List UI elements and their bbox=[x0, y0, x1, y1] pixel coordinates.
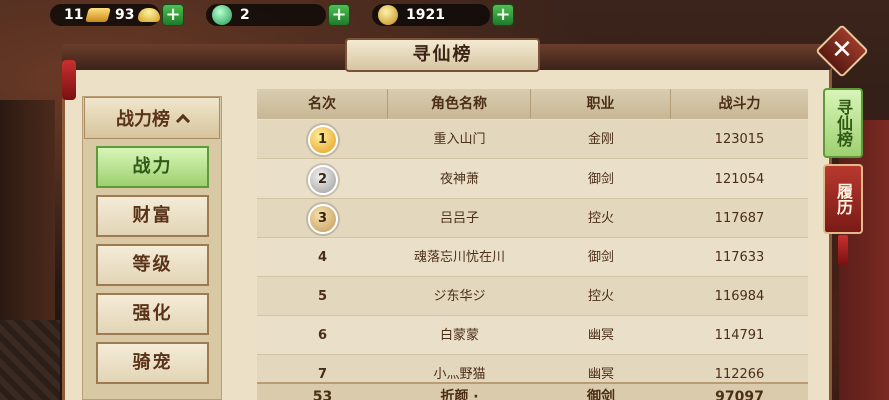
lantern-icon bbox=[62, 60, 76, 100]
player-rank: 6 bbox=[317, 328, 328, 343]
gold-medal-icon: 1 bbox=[307, 125, 338, 155]
ranking-table: 名次 角色名称 职业 战斗力 1 重入山门 金刚 123015 2 夜神萧 御剑… bbox=[257, 89, 808, 400]
table-row[interactable]: 1 重入山门 金刚 123015 bbox=[257, 120, 808, 159]
silver-medal-icon: 2 bbox=[307, 165, 338, 195]
tassel-decoration bbox=[838, 235, 848, 265]
player-power: 123015 bbox=[714, 132, 765, 147]
table-row[interactable]: 6 白蒙蒙 幽冥 114791 bbox=[257, 316, 808, 355]
jade-resource: 2 bbox=[206, 4, 326, 26]
header-name: 角色名称 bbox=[388, 89, 531, 119]
player-class: 御剑 bbox=[587, 250, 614, 265]
player-name: ジ东华ジ bbox=[433, 289, 486, 304]
gold-bar-count: 11 bbox=[64, 7, 84, 23]
my-rank: 53 bbox=[312, 389, 333, 400]
player-name: 吕吕子 bbox=[439, 211, 479, 226]
close-icon[interactable]: ✕ bbox=[823, 32, 861, 70]
my-class: 御剑 bbox=[587, 389, 615, 400]
jade-count: 2 bbox=[240, 7, 250, 23]
ingot-icon bbox=[138, 8, 160, 22]
category-enhance[interactable]: 强化 bbox=[96, 293, 209, 335]
category-group-label: 战力榜 bbox=[116, 109, 170, 130]
player-class: 御剑 bbox=[587, 172, 614, 187]
gold-bar-icon bbox=[85, 8, 111, 22]
table-row[interactable]: 4 魂落忘川忧在川 御剑 117633 bbox=[257, 238, 808, 277]
tab-ranking[interactable]: 寻仙榜 bbox=[823, 88, 863, 158]
header-power: 战斗力 bbox=[718, 96, 761, 112]
coin-icon bbox=[378, 5, 398, 25]
my-name: 折颜 · bbox=[440, 389, 479, 400]
player-power: 114791 bbox=[714, 328, 765, 343]
category-power[interactable]: 战力 bbox=[96, 146, 209, 188]
table-row[interactable]: 2 夜神萧 御剑 121054 bbox=[257, 160, 808, 199]
player-name: 白蒙蒙 bbox=[439, 328, 479, 343]
add-gold-button[interactable]: + bbox=[162, 4, 184, 26]
ingot-count: 93 bbox=[115, 7, 135, 23]
category-mount[interactable]: 骑宠 bbox=[96, 342, 209, 384]
player-name: 重入山门 bbox=[433, 132, 486, 147]
coin-count: 1921 bbox=[406, 7, 445, 23]
player-name: 夜神萧 bbox=[439, 172, 479, 187]
player-rank: 4 bbox=[317, 250, 328, 265]
my-rank-row: 53 折颜 · 御剑 97097 bbox=[257, 382, 808, 400]
add-coin-button[interactable]: + bbox=[492, 4, 514, 26]
bronze-medal-icon: 3 bbox=[307, 204, 338, 234]
player-power: 117633 bbox=[714, 250, 765, 265]
header-rank: 名次 bbox=[257, 89, 388, 119]
table-header: 名次 角色名称 职业 战斗力 bbox=[257, 89, 808, 119]
category-wealth[interactable]: 财富 bbox=[96, 195, 209, 237]
table-row[interactable]: 5 ジ东华ジ 控火 116984 bbox=[257, 277, 808, 316]
tab-history[interactable]: 履历 bbox=[823, 164, 863, 234]
player-power: 117687 bbox=[714, 211, 765, 226]
category-group-header[interactable]: 战力榜 bbox=[84, 97, 220, 139]
category-level[interactable]: 等级 bbox=[96, 244, 209, 286]
jade-icon bbox=[212, 5, 232, 25]
panel-title: 寻仙榜 bbox=[345, 38, 540, 72]
player-power: 116984 bbox=[714, 289, 765, 304]
player-class: 控火 bbox=[587, 289, 614, 304]
gold-resource: 11 93 bbox=[50, 4, 160, 26]
player-name: 魂落忘川忧在川 bbox=[413, 250, 505, 265]
header-class: 职业 bbox=[531, 89, 671, 119]
background-floor bbox=[0, 320, 60, 400]
player-rank: 5 bbox=[317, 289, 328, 304]
add-jade-button[interactable]: + bbox=[328, 4, 350, 26]
coin-resource: 1921 bbox=[372, 4, 490, 26]
player-class: 控火 bbox=[587, 211, 614, 226]
player-class: 金刚 bbox=[587, 132, 614, 147]
table-row[interactable]: 3 吕吕子 控火 117687 bbox=[257, 199, 808, 238]
chevron-up-icon bbox=[175, 113, 191, 129]
player-class: 幽冥 bbox=[587, 328, 614, 343]
my-power: 97097 bbox=[715, 389, 764, 400]
player-power: 121054 bbox=[714, 172, 765, 187]
